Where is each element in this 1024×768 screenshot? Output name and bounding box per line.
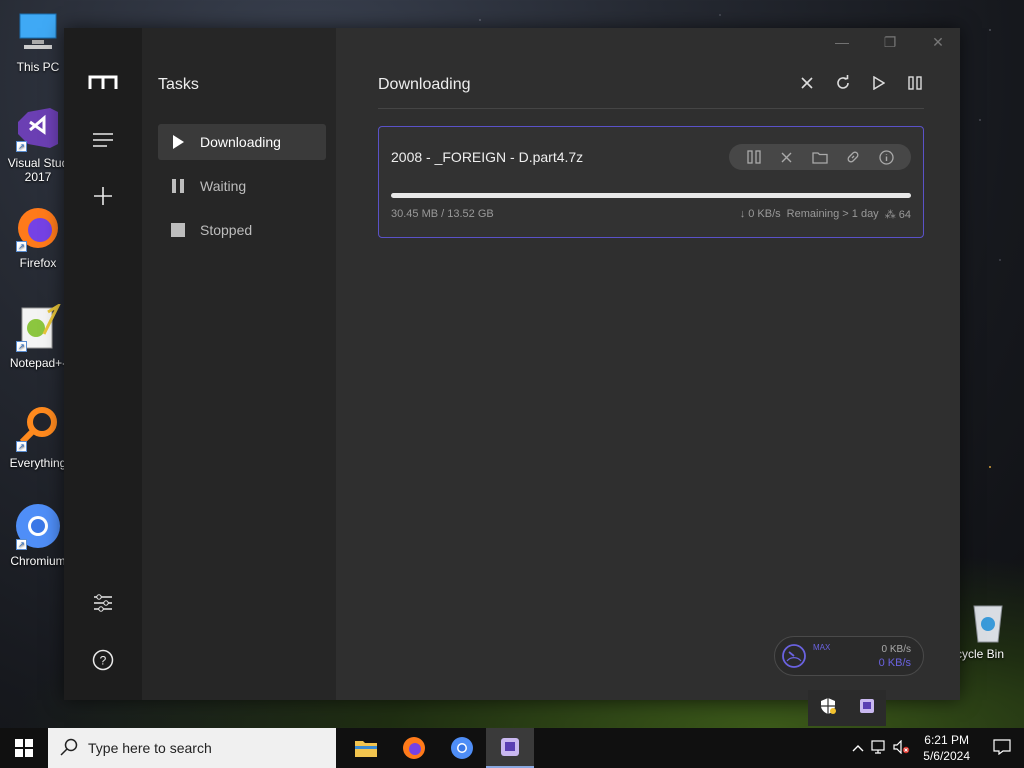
- pause-all-icon[interactable]: [906, 74, 924, 92]
- sidebar-item-label: Stopped: [200, 222, 253, 238]
- task-name: 2008 - _FOREIGN - D.part4.7z: [391, 149, 584, 165]
- system-tray: 6:21 PM 5/6/2024: [847, 728, 1024, 768]
- desktop-icon-recycle-bin[interactable]: cycle Bin: [952, 600, 1024, 661]
- notepadpp-icon: ↗: [14, 302, 62, 352]
- task-stats: ↓ 0 KB/s Remaining > 1 day ⁂ 64: [740, 208, 911, 221]
- sidebar-item-downloading[interactable]: Downloading: [158, 124, 326, 160]
- speed-limit-label: MAX: [813, 643, 831, 652]
- task-sidebar: Tasks Downloading Waiting Stopped: [142, 28, 336, 700]
- notifications-icon[interactable]: [980, 738, 1024, 758]
- taskbar: Type here to search 6:21 PM 5/6/2024: [0, 728, 1024, 768]
- taskbar-clock[interactable]: 6:21 PM 5/6/2024: [923, 732, 970, 764]
- task-size: 30.45 MB / 13.52 GB: [391, 208, 494, 220]
- tray-overflow-popup: [808, 690, 886, 726]
- chevron-up-icon[interactable]: [847, 741, 869, 755]
- taskbar-file-explorer[interactable]: [342, 728, 390, 768]
- motrix-window: ? Tasks Downloading Waiting Stopped — ❐: [64, 28, 960, 700]
- sidebar-item-stopped[interactable]: Stopped: [158, 212, 326, 248]
- resume-all-icon[interactable]: [870, 74, 888, 92]
- taskbar-search[interactable]: Type here to search: [48, 728, 336, 768]
- volume-muted-icon[interactable]: [891, 739, 913, 757]
- menu-icon[interactable]: [88, 125, 118, 155]
- task-info-icon[interactable]: [878, 149, 894, 165]
- task-connections: ⁂ 64: [884, 209, 911, 221]
- chromium-icon: [451, 737, 473, 759]
- task-card[interactable]: 2008 - _FOREIGN - D.part4.7z 30.45 MB / …: [378, 126, 924, 238]
- desktop-icon-label: cycle Bin: [956, 647, 1005, 661]
- recycle-bin-icon: [973, 605, 1003, 643]
- refresh-icon[interactable]: [834, 74, 852, 92]
- firefox-icon: [403, 737, 425, 759]
- upload-speed: 0 KB/s: [881, 644, 911, 655]
- icon-rail: ?: [64, 28, 142, 700]
- folder-icon: [355, 741, 377, 757]
- clock-time: 6:21 PM: [924, 733, 969, 747]
- close-window-icon[interactable]: ✕: [924, 34, 952, 51]
- task-link-icon[interactable]: [845, 149, 861, 165]
- windows-icon: [15, 739, 33, 757]
- motrix-tray-icon[interactable]: [859, 698, 875, 719]
- download-speed: 0 KB/s: [878, 657, 911, 669]
- magnifier-icon: ↗: [14, 404, 62, 452]
- task-progress-bar: [391, 193, 911, 198]
- task-connections-count: 64: [898, 209, 911, 221]
- task-progress-fill: [391, 193, 911, 198]
- taskbar-firefox[interactable]: [390, 728, 438, 768]
- desktop-icon-label: Visual Stud 2017: [7, 156, 69, 184]
- window-controls: — ❐ ✕: [828, 34, 952, 51]
- main-content: — ❐ ✕ Downloading 2008 - _FOREIGN - D.pa…: [336, 28, 960, 700]
- sidebar-title: Tasks: [158, 76, 199, 93]
- chromium-icon: ↗: [14, 502, 62, 550]
- minimize-icon[interactable]: —: [828, 34, 856, 51]
- taskbar-chromium[interactable]: [438, 728, 486, 768]
- task-actions: [729, 144, 911, 170]
- task-remaining: Remaining > 1 day: [786, 208, 879, 220]
- task-speed: ↓ 0 KB/s: [739, 208, 781, 220]
- speedometer-icon: [782, 644, 806, 668]
- stop-icon: [170, 222, 186, 238]
- page-title: Downloading: [378, 76, 471, 93]
- task-pause-icon[interactable]: [746, 149, 762, 165]
- svg-text:?: ?: [100, 654, 107, 668]
- pause-icon: [170, 178, 186, 194]
- preferences-icon[interactable]: [88, 588, 118, 618]
- search-icon: [60, 738, 78, 759]
- search-placeholder: Type here to search: [88, 740, 212, 756]
- start-button[interactable]: [0, 728, 48, 768]
- maximize-icon[interactable]: ❐: [876, 34, 904, 51]
- monitor-icon: [14, 8, 62, 56]
- task-delete-icon[interactable]: [779, 149, 795, 165]
- add-task-icon[interactable]: [88, 181, 118, 211]
- speed-widget[interactable]: MAX 0 KB/s 0 KB/s: [774, 636, 924, 676]
- network-icon[interactable]: [869, 739, 891, 757]
- help-icon[interactable]: ?: [88, 645, 118, 675]
- play-icon: [170, 134, 186, 150]
- header-divider: [378, 108, 924, 109]
- clock-date: 5/6/2024: [923, 749, 970, 763]
- taskbar-motrix[interactable]: [486, 728, 534, 768]
- sidebar-item-waiting[interactable]: Waiting: [158, 168, 326, 204]
- sidebar-item-label: Downloading: [200, 134, 281, 150]
- toolbar: [798, 74, 924, 92]
- app-logo-icon: [88, 68, 118, 98]
- visual-studio-icon: ↗: [14, 104, 62, 152]
- sidebar-item-label: Waiting: [200, 178, 247, 194]
- task-folder-icon[interactable]: [812, 149, 828, 165]
- defender-icon[interactable]: [819, 697, 837, 720]
- delete-all-icon[interactable]: [798, 74, 816, 92]
- firefox-icon: ↗: [14, 204, 62, 252]
- motrix-icon: [501, 738, 519, 756]
